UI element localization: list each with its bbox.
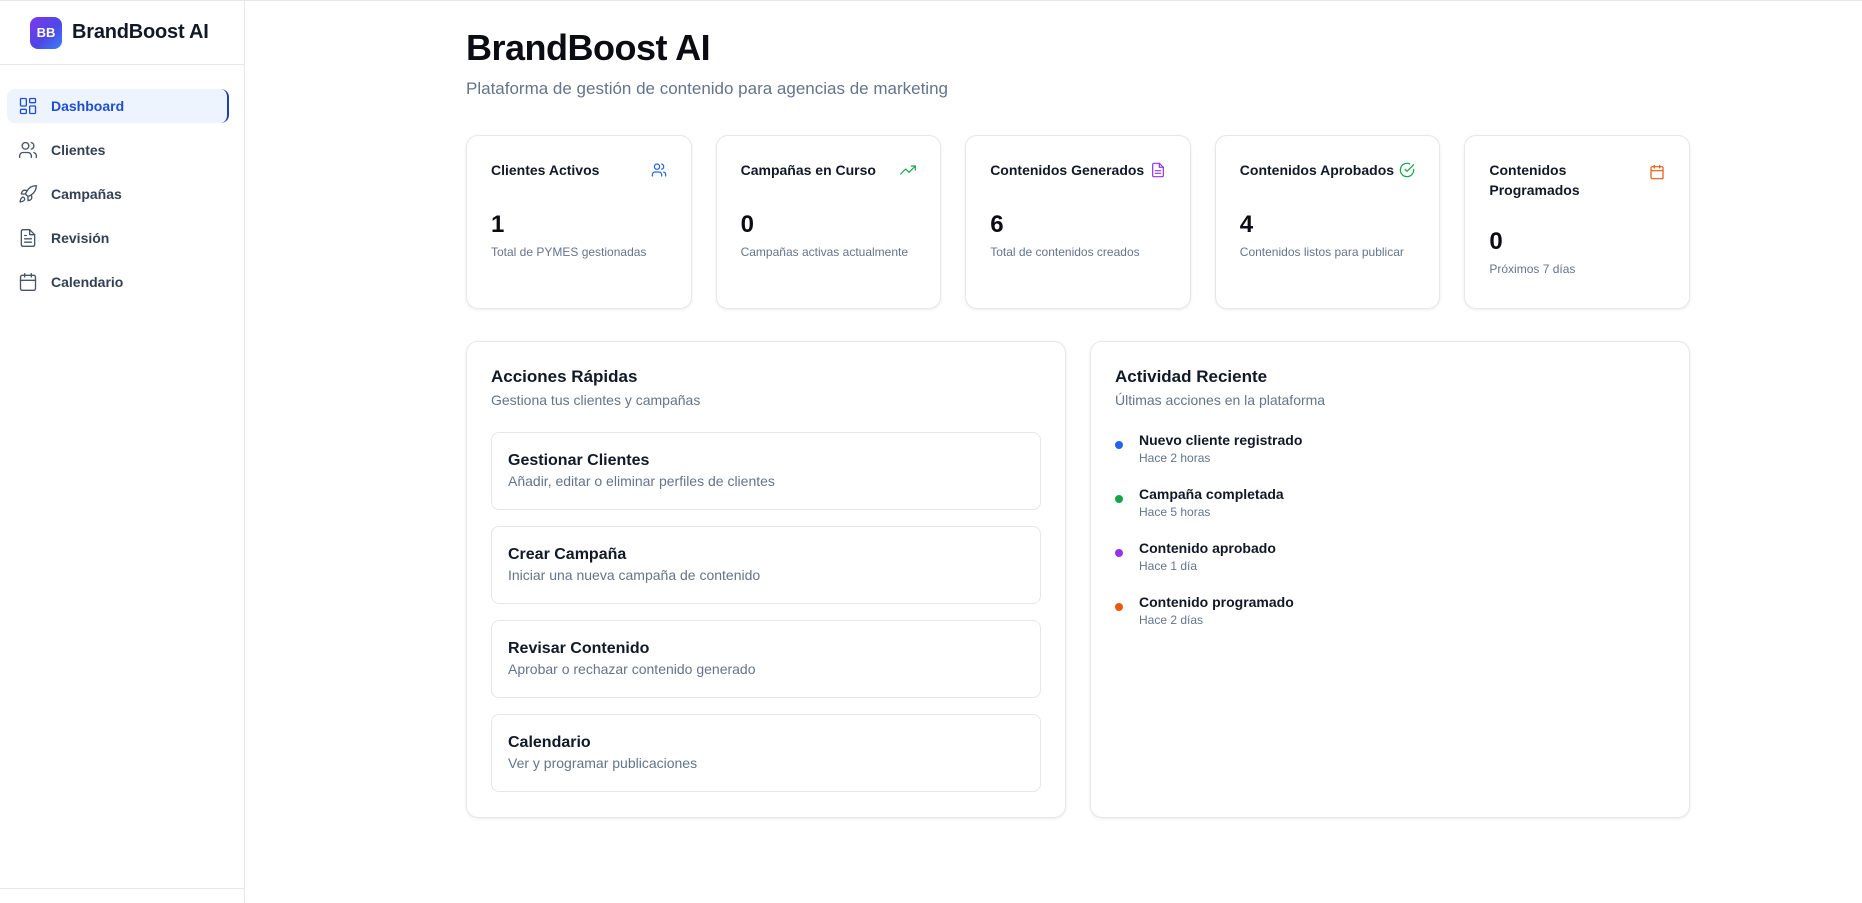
stat-description: Campañas activas actualmente — [740, 245, 909, 259]
stat-title: Contenidos Generados — [990, 162, 1145, 178]
status-dot — [1115, 495, 1123, 503]
stat-value: 1 — [491, 211, 505, 238]
status-dot — [1115, 603, 1123, 611]
status-dot — [1115, 441, 1123, 449]
activity-time: Hace 1 día — [1139, 559, 1198, 573]
brand-logo: BB — [30, 16, 62, 49]
create-campaign-button[interactable]: Crear Campaña Iniciar una nueva campaña … — [491, 526, 1041, 604]
stat-value: 6 — [990, 211, 1004, 238]
quick-actions-panel: Acciones Rápidas Gestiona tus clientes y… — [466, 341, 1066, 818]
brand-name: BrandBoost AI — [72, 21, 209, 43]
stat-card-contenidos-programados: Contenidos Programados 0 Próximos 7 días — [1464, 135, 1690, 309]
sidebar-item-label: Campañas — [51, 186, 122, 202]
activity-item: Campaña completada Hace 5 horas — [1115, 484, 1665, 519]
activity-time: Hace 2 horas — [1139, 451, 1211, 465]
quick-actions-list: Gestionar Clientes Añadir, editar o elim… — [491, 432, 1041, 792]
sidebar-divider — [0, 888, 245, 889]
stat-card-clientes-activos: Clientes Activos 1 Total de PYMES gestio… — [466, 135, 692, 309]
file-text-icon — [1150, 160, 1166, 183]
stat-value: 0 — [740, 211, 754, 238]
users-icon — [651, 160, 667, 183]
stat-card-contenidos-aprobados: Contenidos Aprobados 4 Contenidos listos… — [1214, 135, 1441, 309]
stat-description: Próximos 7 días — [1489, 262, 1576, 276]
panel-title: Acciones Rápidas — [491, 367, 638, 386]
action-title: Calendario — [508, 734, 591, 751]
activity-title: Nuevo cliente registrado — [1139, 432, 1303, 448]
sidebar-item-label: Dashboard — [51, 98, 125, 114]
activity-title: Contenido aprobado — [1139, 540, 1276, 556]
stat-card-contenidos-generados: Contenidos Generados 6 Total de contenid… — [965, 135, 1191, 309]
panel-subtitle: Últimas acciones en la plataforma — [1115, 392, 1326, 408]
layout-dashboard-icon — [19, 97, 37, 115]
activity-time: Hace 2 días — [1139, 613, 1204, 627]
sidebar-item-revision[interactable]: Revisión — [7, 221, 229, 255]
recent-activity-panel: Actividad Reciente Últimas acciones en l… — [1090, 341, 1690, 818]
activity-time: Hace 5 horas — [1139, 505, 1211, 519]
sidebar-item-clientes[interactable]: Clientes — [7, 133, 229, 167]
review-content-button[interactable]: Revisar Contenido Aprobar o rechazar con… — [491, 620, 1041, 698]
activity-list: Nuevo cliente registrado Hace 2 horas Ca… — [1115, 430, 1665, 627]
activity-title: Campaña completada — [1139, 486, 1284, 502]
action-title: Gestionar Clientes — [508, 452, 650, 469]
stat-value: 4 — [1239, 211, 1254, 238]
stat-value: 0 — [1489, 228, 1503, 255]
users-icon — [19, 141, 37, 159]
action-description: Iniciar una nueva campaña de contenido — [508, 567, 761, 583]
stat-title: Contenidos Aprobados — [1239, 162, 1395, 178]
page-subtitle: Plataforma de gestión de contenido para … — [466, 79, 948, 98]
action-description: Ver y programar publicaciones — [508, 755, 698, 771]
stat-title: Campañas en Curso — [740, 162, 876, 178]
action-title: Crear Campaña — [508, 546, 627, 563]
action-description: Aprobar o rechazar contenido generado — [508, 661, 756, 677]
trending-up-icon — [900, 160, 917, 183]
sidebar-nav: Dashboard Clientes Campañas Revisión Cal… — [0, 65, 244, 299]
calendar-icon — [19, 273, 37, 291]
sidebar-item-campanas[interactable]: Campañas — [7, 177, 229, 211]
brand[interactable]: BB BrandBoost AI — [0, 1, 244, 65]
stat-description: Total de contenidos creados — [990, 245, 1140, 259]
sidebar-item-calendario[interactable]: Calendario — [7, 265, 229, 299]
calendar-icon — [1649, 162, 1665, 185]
file-text-icon — [20, 229, 36, 247]
panel-title: Actividad Reciente — [1115, 367, 1268, 386]
sidebar: BB BrandBoost AI Dashboard Clientes Camp… — [0, 1, 245, 903]
check-circle-icon — [1399, 160, 1415, 183]
stats-row: Clientes Activos 1 Total de PYMES gestio… — [466, 135, 1690, 309]
action-title: Revisar Contenido — [508, 640, 650, 657]
sidebar-item-label: Revisión — [51, 230, 110, 246]
status-dot — [1115, 549, 1123, 557]
stat-title: Clientes Activos — [491, 162, 600, 178]
activity-item: Contenido aprobado Hace 1 día — [1115, 538, 1665, 573]
action-description: Añadir, editar o eliminar perfiles de cl… — [508, 473, 775, 489]
activity-item: Nuevo cliente registrado Hace 2 horas — [1115, 430, 1665, 465]
manage-clients-button[interactable]: Gestionar Clientes Añadir, editar o elim… — [491, 432, 1041, 510]
stat-title: Contenidos Programados — [1489, 162, 1580, 198]
sidebar-item-label: Clientes — [51, 142, 106, 158]
stat-description: Total de PYMES gestionadas — [491, 245, 647, 259]
calendar-button[interactable]: Calendario Ver y programar publicaciones — [491, 714, 1041, 792]
rocket-icon — [19, 184, 37, 203]
stat-card-campanas-en-curso: Campañas en Curso 0 Campañas activas act… — [715, 135, 942, 309]
page-title: BrandBoost AI — [466, 27, 711, 68]
sidebar-item-dashboard[interactable]: Dashboard — [7, 89, 229, 123]
panel-subtitle: Gestiona tus clientes y campañas — [491, 392, 701, 408]
stat-description: Contenidos listos para publicar — [1239, 245, 1404, 259]
sidebar-item-label: Calendario — [51, 274, 124, 290]
activity-title: Contenido programado — [1139, 594, 1294, 610]
activity-item: Contenido programado Hace 2 días — [1115, 592, 1665, 627]
